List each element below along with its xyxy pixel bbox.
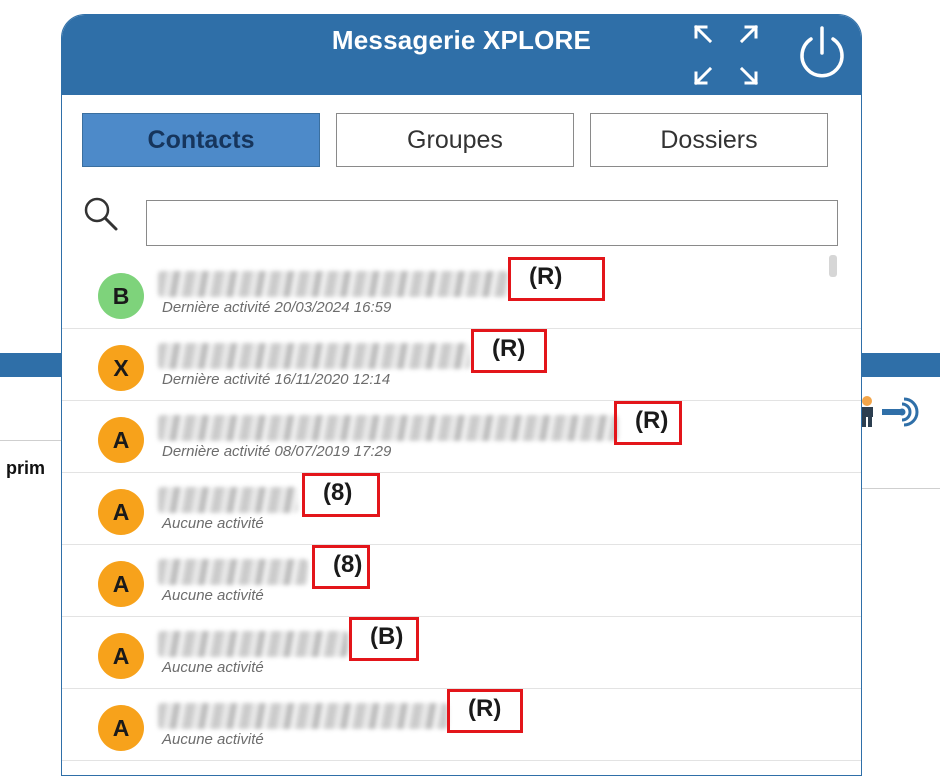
contact-name-redacted <box>158 631 348 657</box>
contact-row[interactable]: A (B) Aucune activité <box>62 617 861 689</box>
tab-dossiers[interactable]: Dossiers <box>590 113 828 167</box>
search-icon[interactable] <box>82 195 122 235</box>
contact-tag: (B) <box>349 617 419 661</box>
power-icon[interactable] <box>794 25 850 81</box>
last-activity: Dernière activité 08/07/2019 17:29 <box>162 443 392 460</box>
avatar: A <box>98 633 144 679</box>
contact-row[interactable]: A (R) Dernière activité 08/07/2019 17:29 <box>62 401 861 473</box>
contact-row[interactable]: B (R) Dernière activité 20/03/2024 16:59 <box>62 257 861 329</box>
contact-name-redacted <box>158 415 618 441</box>
background-divider-left <box>0 440 62 441</box>
contact-row[interactable]: A (8) Aucune activité <box>62 545 861 617</box>
last-activity: Aucune activité <box>162 587 264 604</box>
contact-row[interactable]: A (R) Aucune activité <box>62 689 861 761</box>
contact-name-redacted <box>158 271 508 297</box>
contact-row[interactable]: A (8) Aucune activité <box>62 473 861 545</box>
background-icons <box>858 395 924 429</box>
expand-arrows-icon[interactable] <box>692 23 760 87</box>
messaging-panel: Messagerie XPLORE Contacts Groupes Dossi… <box>61 14 862 776</box>
broadcast-icon[interactable] <box>880 395 924 429</box>
contact-name-redacted <box>158 343 470 369</box>
last-activity: Dernière activité 16/11/2020 12:14 <box>162 371 391 388</box>
panel-header: Messagerie XPLORE <box>62 15 861 95</box>
tab-bar: Contacts Groupes Dossiers <box>82 113 841 167</box>
avatar: B <box>98 273 144 319</box>
background-divider-right <box>860 488 940 489</box>
contact-tag: (R) <box>447 689 523 733</box>
avatar: A <box>98 489 144 535</box>
contact-name-redacted <box>158 703 448 729</box>
last-activity: Dernière activité 20/03/2024 16:59 <box>162 299 392 316</box>
avatar: A <box>98 705 144 751</box>
last-activity: Aucune activité <box>162 659 264 676</box>
background-toolbar-right <box>860 353 940 377</box>
contact-tag: (R) <box>614 401 682 445</box>
background-partial-text: prim <box>6 458 46 478</box>
avatar: A <box>98 417 144 463</box>
contact-tag: (8) <box>312 545 370 589</box>
avatar: A <box>98 561 144 607</box>
background-toolbar-left <box>0 353 62 377</box>
avatar: X <box>98 345 144 391</box>
contact-tag: (8) <box>302 473 380 517</box>
search-input[interactable] <box>146 200 838 246</box>
contact-tag: (R) <box>508 257 605 301</box>
last-activity: Aucune activité <box>162 731 264 748</box>
tab-groupes[interactable]: Groupes <box>336 113 574 167</box>
search-row <box>82 195 841 247</box>
contact-name-redacted <box>158 487 298 513</box>
contact-name-redacted <box>158 559 308 585</box>
last-activity: Aucune activité <box>162 515 264 532</box>
contact-tag: (R) <box>471 329 547 373</box>
contact-list: B (R) Dernière activité 20/03/2024 16:59… <box>62 257 861 761</box>
tab-contacts[interactable]: Contacts <box>82 113 320 167</box>
contact-row[interactable]: X (R) Dernière activité 16/11/2020 12:14 <box>62 329 861 401</box>
